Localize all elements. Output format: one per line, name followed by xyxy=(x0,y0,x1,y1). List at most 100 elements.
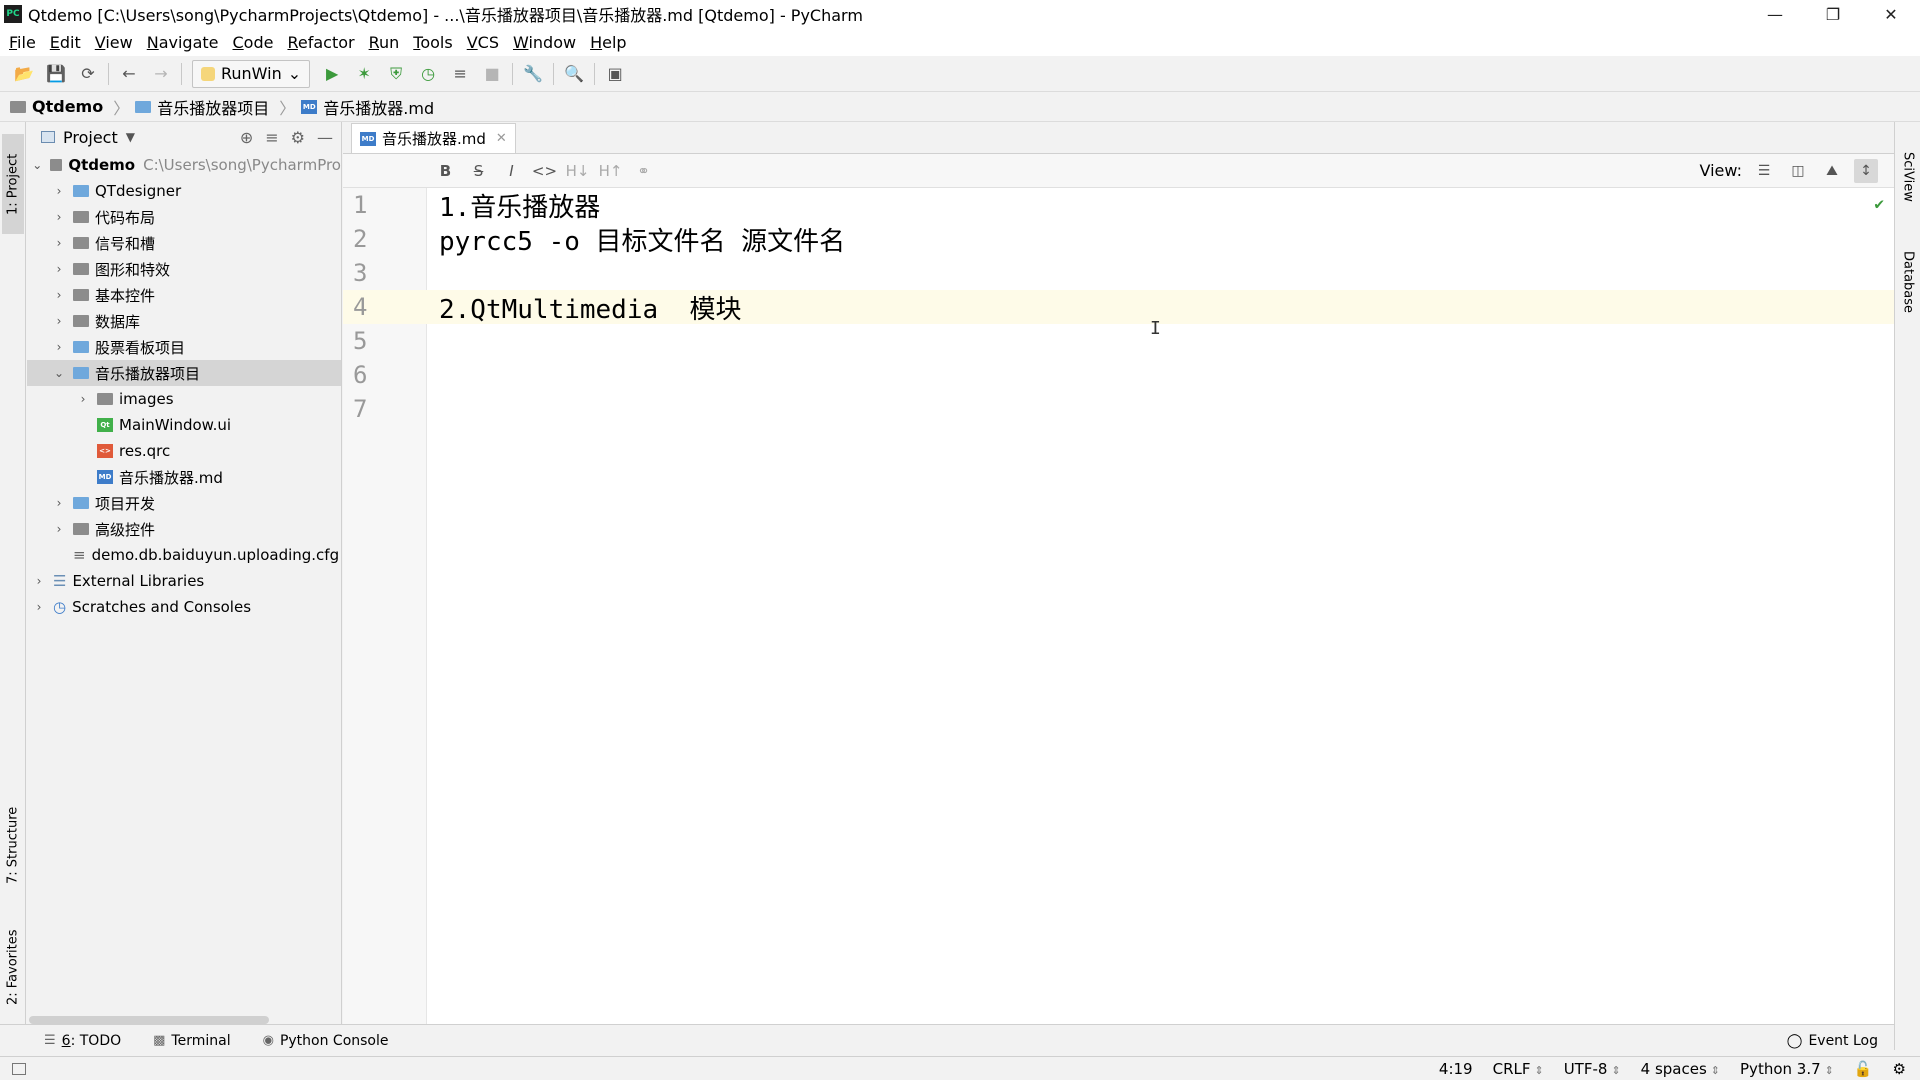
save-all-icon[interactable]: 💾 xyxy=(40,58,72,90)
menu-file[interactable]: File xyxy=(2,33,43,52)
tree-item-file[interactable]: Qt MainWindow.ui xyxy=(27,412,341,438)
chevron-right-icon[interactable]: › xyxy=(51,522,67,536)
chevron-down-icon[interactable]: ⌄ xyxy=(51,366,67,380)
horizontal-scrollbar[interactable] xyxy=(29,1016,269,1024)
tree-item-folder[interactable]: › 图形和特效 xyxy=(27,256,341,282)
stop-icon[interactable]: ■ xyxy=(476,58,508,90)
run-configuration-select[interactable]: RunWin ⌄ xyxy=(192,59,311,88)
tab-event-log[interactable]: ◯ Event Log xyxy=(1787,1033,1878,1049)
locate-target-icon[interactable]: ⊕ xyxy=(240,128,253,147)
tab-project-tool-window[interactable]: 1: Project xyxy=(2,134,24,234)
run-icon[interactable]: ▶ xyxy=(316,58,348,90)
run-with-coverage-icon[interactable]: ⛨ xyxy=(380,58,412,90)
chevron-down-icon[interactable]: ▼ xyxy=(126,130,135,144)
menu-edit[interactable]: Edit xyxy=(43,33,88,52)
code-button[interactable]: <> xyxy=(528,162,561,180)
editor-tab-md-file[interactable]: MD 音乐播放器.md ✕ xyxy=(351,123,516,153)
synchronize-icon[interactable]: ⟳ xyxy=(72,58,104,90)
tree-item-scratches[interactable]: › ◷ Scratches and Consoles xyxy=(27,594,341,620)
tree-item-file[interactable]: ≡ demo.db.baiduyun.uploading.cfg xyxy=(27,542,341,568)
tree-item-folder[interactable]: › 数据库 xyxy=(27,308,341,334)
chevron-right-icon[interactable]: › xyxy=(51,210,67,224)
tree-item-folder[interactable]: › 信号和槽 xyxy=(27,230,341,256)
caret-position[interactable]: 4:19 xyxy=(1439,1060,1473,1078)
minimize-button[interactable]: — xyxy=(1746,0,1804,28)
split-view-icon[interactable]: ◫ xyxy=(1786,159,1810,183)
profile-icon[interactable]: ◷ xyxy=(412,58,444,90)
menu-vcs[interactable]: VCS xyxy=(460,33,506,52)
chevron-right-icon[interactable]: › xyxy=(51,314,67,328)
menu-code[interactable]: Code xyxy=(226,33,281,52)
menu-view[interactable]: View xyxy=(88,33,140,52)
chevron-right-icon[interactable]: › xyxy=(51,288,67,302)
tree-item-folder[interactable]: › 高级控件 xyxy=(27,516,341,542)
tab-sciview-tool-window[interactable]: SciView xyxy=(1897,132,1919,222)
chevron-right-icon[interactable]: › xyxy=(51,262,67,276)
header-up-button[interactable]: H↑ xyxy=(594,162,627,180)
settings-wrench-icon[interactable]: 🔧 xyxy=(517,58,549,90)
tree-item-folder[interactable]: › 基本控件 xyxy=(27,282,341,308)
italic-button[interactable]: I xyxy=(495,162,528,180)
chevron-right-icon[interactable]: › xyxy=(51,184,67,198)
link-button[interactable]: ⚭ xyxy=(627,162,660,180)
gear-icon[interactable]: ⚙ xyxy=(291,128,305,147)
menu-refactor[interactable]: Refactor xyxy=(280,33,361,52)
tab-structure-tool-window[interactable]: 7: Structure xyxy=(2,790,24,900)
tree-item-folder[interactable]: › images xyxy=(27,386,341,412)
chevron-right-icon[interactable]: › xyxy=(31,574,47,588)
tab-python-console[interactable]: ◉ Python Console xyxy=(255,1033,397,1049)
tree-item-root[interactable]: ⌄ Qtdemo C:\Users\song\PycharmPro xyxy=(27,152,341,178)
concurrency-diagram-icon[interactable]: ≡ xyxy=(444,58,476,90)
hide-panel-icon[interactable]: — xyxy=(317,128,333,147)
close-window-button[interactable]: ✕ xyxy=(1862,0,1920,28)
sync-scroll-icon[interactable]: ↕ xyxy=(1854,158,1878,183)
back-arrow-icon[interactable]: ← xyxy=(113,58,145,90)
tree-item-external-libraries[interactable]: › ☰ External Libraries xyxy=(27,568,341,594)
editor-only-icon[interactable]: ☰ xyxy=(1752,159,1776,183)
chevron-right-icon[interactable]: › xyxy=(31,600,47,614)
interpreter-widget[interactable]: Python 3.7 ⇕ xyxy=(1740,1060,1834,1078)
breadcrumb-item-music-project[interactable]: 音乐播放器项目 〉 xyxy=(135,95,301,119)
project-view-select[interactable]: Project xyxy=(63,128,118,147)
menu-tools[interactable]: Tools xyxy=(406,33,459,52)
toggle-tool-windows-icon[interactable] xyxy=(12,1062,26,1075)
search-icon[interactable]: 🔍 xyxy=(558,58,590,90)
restore-button[interactable]: ❐ xyxy=(1804,0,1862,28)
presentation-mode-icon[interactable]: ▣ xyxy=(599,58,631,90)
close-icon[interactable]: ✕ xyxy=(496,131,507,146)
open-folder-icon[interactable]: 📂 xyxy=(8,58,40,90)
line-separator-widget[interactable]: CRLF ⇕ xyxy=(1493,1060,1544,1078)
tree-item-folder[interactable]: › QTdesigner xyxy=(27,178,341,204)
menu-run[interactable]: Run xyxy=(362,33,407,52)
chevron-down-icon[interactable]: ⌄ xyxy=(31,158,44,172)
menu-navigate[interactable]: Navigate xyxy=(140,33,226,52)
inspector-icon[interactable]: ⚙ xyxy=(1893,1060,1906,1078)
tab-todo[interactable]: ☰ 6: TODO xyxy=(36,1033,129,1049)
forward-arrow-icon[interactable]: → xyxy=(145,58,177,90)
encoding-widget[interactable]: UTF-8 ⇕ xyxy=(1564,1060,1621,1078)
tree-item-file[interactable]: <> res.qrc xyxy=(27,438,341,464)
lock-icon[interactable]: 🔓 xyxy=(1854,1060,1873,1078)
tab-database-tool-window[interactable]: Database xyxy=(1897,232,1919,332)
chevron-right-icon[interactable]: › xyxy=(51,340,67,354)
breadcrumb-item-md-file[interactable]: MD 音乐播放器.md xyxy=(301,95,440,119)
bold-button[interactable]: B xyxy=(429,162,462,180)
tab-terminal[interactable]: ▩ Terminal xyxy=(145,1033,238,1049)
strikethrough-button[interactable]: S xyxy=(462,162,495,180)
tab-favorites-tool-window[interactable]: 2: Favorites xyxy=(2,912,24,1022)
breadcrumb-item-qtdemo[interactable]: Qtdemo 〉 xyxy=(10,95,135,119)
menu-help[interactable]: Help xyxy=(583,33,633,52)
tree-item-folder[interactable]: › 项目开发 xyxy=(27,490,341,516)
tree-item-folder[interactable]: › 股票看板项目 xyxy=(27,334,341,360)
debug-icon[interactable]: ✶ xyxy=(348,58,380,90)
tree-item-file[interactable]: MD 音乐播放器.md xyxy=(27,464,341,490)
header-down-button[interactable]: H↓ xyxy=(561,162,594,180)
menu-window[interactable]: Window xyxy=(506,33,583,52)
preview-only-icon[interactable]: ⛰ xyxy=(1820,159,1844,183)
tree-item-folder[interactable]: › 代码布局 xyxy=(27,204,341,230)
chevron-right-icon[interactable]: › xyxy=(51,236,67,250)
chevron-right-icon[interactable]: › xyxy=(75,392,91,406)
tree-item-folder-selected[interactable]: ⌄ 音乐播放器项目 xyxy=(27,360,341,386)
collapse-all-icon[interactable]: ≡ xyxy=(265,128,278,147)
indent-widget[interactable]: 4 spaces ⇕ xyxy=(1641,1060,1720,1078)
